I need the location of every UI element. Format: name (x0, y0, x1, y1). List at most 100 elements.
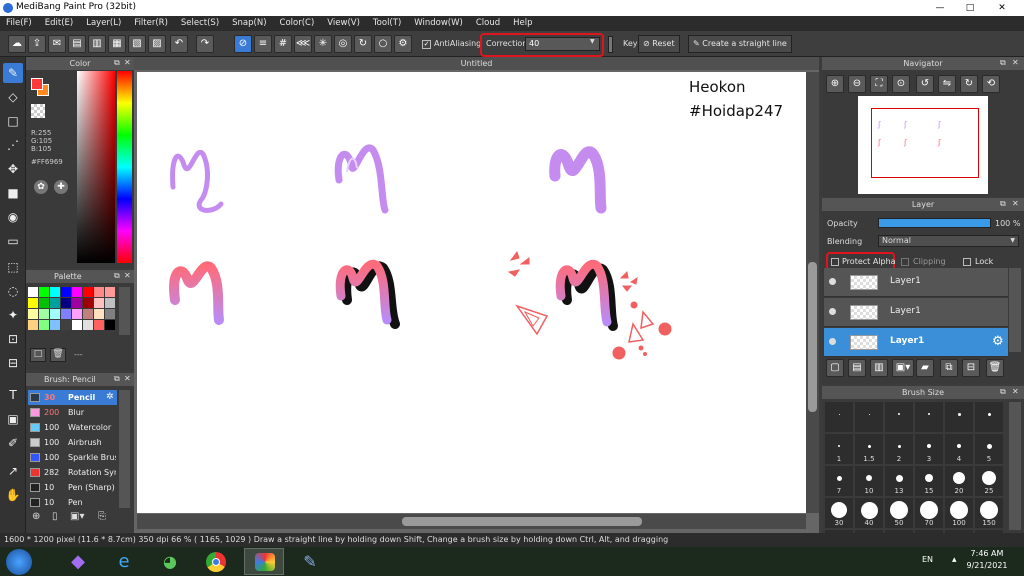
close-button[interactable]: ✕ (990, 0, 1014, 16)
new-halftone-layer-icon[interactable]: ▤ (848, 359, 866, 377)
brush-size-cell[interactable]: 40 (855, 498, 883, 528)
menu-file[interactable]: File(F) (6, 16, 32, 31)
palette-swatch[interactable] (50, 298, 60, 308)
menu-layer[interactable]: Layer(L) (86, 16, 121, 31)
brush-size-cell[interactable]: 25 (975, 466, 1003, 496)
lock-checkbox[interactable] (963, 258, 971, 266)
visual-studio-icon[interactable]: ◆ (58, 548, 98, 575)
layer-row[interactable]: Layer1 (824, 268, 1008, 297)
reset-button[interactable]: ⊘ Reset (638, 35, 680, 53)
menu-tool[interactable]: Tool(T) (373, 16, 401, 31)
palette-swatch[interactable] (28, 287, 38, 297)
lasso-tool-icon[interactable]: ◌ (3, 281, 23, 301)
clipping-checkbox[interactable] (901, 258, 909, 266)
palette-swatch[interactable] (105, 309, 115, 319)
close-icon[interactable]: ✕ (1012, 199, 1019, 208)
foreground-color-swatch[interactable] (31, 78, 43, 90)
palette-swatch[interactable] (39, 309, 49, 319)
visibility-eye-icon[interactable] (829, 308, 836, 315)
start-button-icon[interactable] (6, 549, 32, 575)
palette-swatch[interactable] (50, 287, 60, 297)
grid-doc-icon[interactable]: ▦ (108, 35, 126, 53)
viewport-frame[interactable] (871, 108, 979, 178)
close-icon[interactable]: ✕ (124, 374, 131, 383)
rectangle-tool-icon[interactable]: □ (3, 111, 23, 131)
brush-size-cell[interactable]: 30 (825, 498, 853, 528)
trash-icon[interactable]: 🗑 (50, 348, 66, 362)
palette-swatch[interactable] (61, 287, 71, 297)
layer-row[interactable]: Layer1 ⚙ (824, 328, 1008, 357)
brush-item[interactable]: 100 Watercolor (28, 420, 117, 435)
brush-new-icon[interactable]: ▯ (52, 511, 66, 525)
menu-view[interactable]: View(V) (327, 16, 360, 31)
brush-size-cell[interactable] (885, 402, 913, 432)
palette-swatch[interactable] (72, 309, 82, 319)
frame-tool-icon[interactable]: ▣ (3, 409, 23, 429)
new-8bit-layer-icon[interactable]: ▥ (870, 359, 888, 377)
paint-icon[interactable]: ✎ (290, 548, 330, 575)
brush-size-cell[interactable]: 50 (885, 498, 913, 528)
maximize-button[interactable]: □ (958, 0, 982, 16)
ring-snap-icon[interactable]: ○ (374, 35, 392, 53)
canvas-tab-title[interactable]: Untitled (134, 57, 819, 70)
brush-size-cell[interactable]: 7 (825, 466, 853, 496)
palette-swatch[interactable] (39, 320, 49, 330)
chrome-icon[interactable] (196, 548, 236, 575)
internet-explorer-icon[interactable]: e (104, 548, 144, 575)
select-tool-icon[interactable]: ⬚ (3, 257, 23, 277)
brush-add-icon[interactable]: ⊕ (32, 511, 46, 525)
brush-item[interactable]: 10 Pen (28, 495, 117, 510)
navigator-preview[interactable]: ʃ ʃ ʃ ʃ ʃ ʃ (858, 96, 988, 194)
rotate-left-icon[interactable]: ↺ (916, 75, 934, 93)
palette-swatch[interactable] (50, 320, 60, 330)
list-doc-icon[interactable]: ▧ (128, 35, 146, 53)
brush-size-cell[interactable]: 150 (975, 498, 1003, 528)
brush-item[interactable]: 100 Sparkle Brush (28, 450, 117, 465)
undo-icon[interactable]: ↶ (170, 35, 188, 53)
new-page-icon[interactable]: □ (30, 348, 46, 362)
brush-item[interactable]: 100 Airbrush (28, 435, 117, 450)
palette-swatch[interactable] (94, 298, 104, 308)
popout-icon[interactable]: ⧉ (1000, 387, 1006, 397)
language-indicator[interactable]: EN (922, 555, 933, 564)
palette-swatch[interactable] (72, 287, 82, 297)
dot-tool-icon[interactable]: ⋰ (3, 135, 23, 155)
comment-icon[interactable]: ✉ (48, 35, 66, 53)
document-icon[interactable]: ▥ (88, 35, 106, 53)
brush-item[interactable]: 200 Blur (28, 405, 117, 420)
opacity-slider[interactable] (878, 218, 991, 228)
bucket-tool-icon[interactable]: ◉ (3, 207, 23, 227)
palette-plus-icon[interactable]: ✚ (54, 180, 68, 194)
hand-tool-icon[interactable]: ✋ (3, 485, 23, 505)
brush-size-cell[interactable]: 4 (945, 434, 973, 464)
brush-export-icon[interactable]: ⎘ (98, 511, 112, 525)
brush-item[interactable]: 282 Rotation Sym (28, 465, 117, 480)
select-pen-icon[interactable]: ⊡ (3, 329, 23, 349)
close-icon[interactable]: ✕ (124, 58, 131, 67)
coccoc-icon[interactable]: ◕ (150, 548, 190, 575)
merge-layer-icon[interactable]: ⊟ (962, 359, 980, 377)
cloud-icon[interactable]: ☁ (8, 35, 26, 53)
menu-snap[interactable]: Snap(N) (232, 16, 266, 31)
snap-off-icon[interactable]: ⊘ (234, 35, 252, 53)
brush-list-scrollbar[interactable] (119, 390, 130, 508)
layer-options-icon[interactable]: ▣▾ (892, 359, 914, 377)
popout-icon[interactable]: ⧉ (1000, 199, 1006, 209)
upload-icon[interactable]: ⇪ (28, 35, 46, 53)
layer-list-scrollbar[interactable] (1009, 268, 1021, 352)
trash-icon[interactable]: 🗑 (986, 359, 1004, 377)
palette-swatch[interactable] (28, 309, 38, 319)
tray-arrow-icon[interactable]: ▴ (952, 555, 957, 565)
rotate-right-icon[interactable]: ↻ (960, 75, 978, 93)
duplicate-layer-icon[interactable]: ⧉ (940, 359, 958, 377)
palette-swatch[interactable] (28, 320, 38, 330)
canvas-horizontal-scrollbar[interactable] (137, 514, 806, 529)
palette-swatch[interactable] (94, 287, 104, 297)
hue-slider[interactable] (117, 71, 132, 263)
brush-size-cell[interactable] (915, 402, 943, 432)
circle-snap-icon[interactable]: ◎ (334, 35, 352, 53)
zoom-actual-icon[interactable]: ⊙ (892, 75, 910, 93)
flip-icon[interactable]: ⇋ (938, 75, 956, 93)
brush-size-cell[interactable]: 10 (855, 466, 883, 496)
menu-edit[interactable]: Edit(E) (45, 16, 73, 31)
